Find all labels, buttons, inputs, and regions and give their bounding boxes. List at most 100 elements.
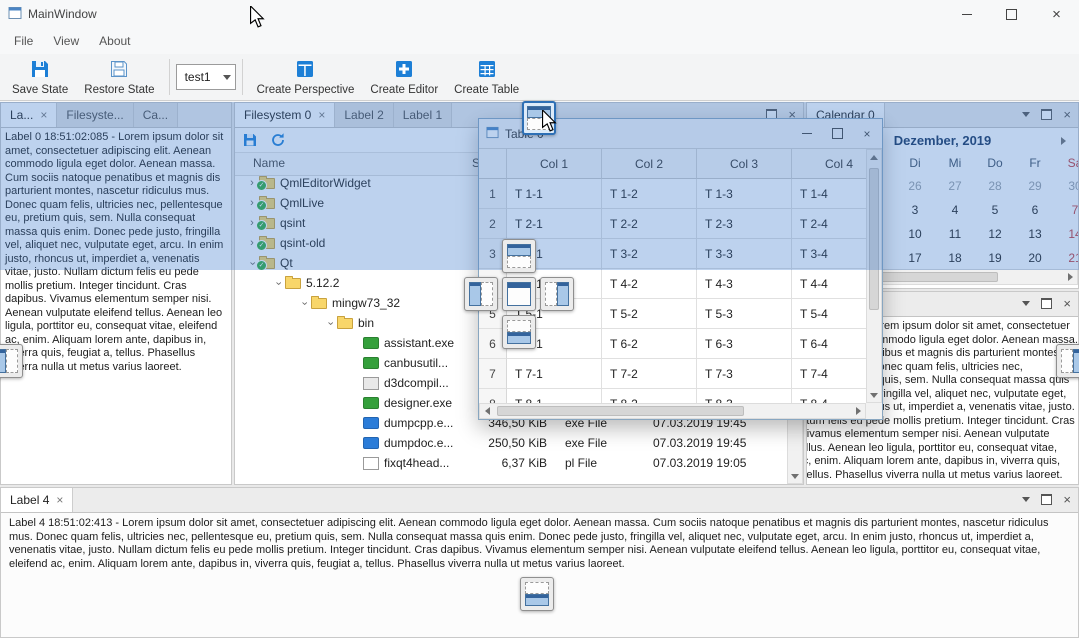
create-editor-label: Create Editor — [370, 84, 438, 96]
exe-green-icon — [363, 357, 379, 369]
table-row-header[interactable]: 7 — [479, 359, 507, 389]
tab-label: Label 4 — [10, 493, 49, 507]
maximize-icon — [1006, 9, 1017, 20]
drop-indicator-left-edge-icon[interactable] — [0, 344, 23, 378]
toolbar: Save State Restore State test1 Create Pe… — [0, 54, 1079, 101]
table-row: 8T 8-1T 8-2T 8-3T 8-4 — [479, 389, 866, 403]
table-cell[interactable]: T 7-3 — [697, 359, 792, 389]
menu-view[interactable]: View — [43, 30, 89, 52]
drop-indicator-center-icon[interactable] — [502, 277, 536, 311]
menu-bar: FileViewAbout — [0, 28, 1079, 54]
float-dock-icon[interactable] — [1041, 494, 1052, 505]
float-dock-icon[interactable] — [1041, 298, 1052, 309]
table-cell[interactable]: T 5-3 — [697, 299, 792, 329]
window-title: MainWindow — [28, 7, 97, 21]
drop-indicator-split-right-icon[interactable] — [540, 277, 574, 311]
folder-icon — [311, 298, 327, 309]
arrow-left-icon — [485, 407, 490, 415]
table-row: 6T 6-1T 6-2T 6-3T 6-4 — [479, 329, 866, 359]
close-button[interactable]: × — [1034, 0, 1079, 28]
exe-blue-icon — [363, 437, 379, 449]
create-editor-button[interactable]: Create Editor — [362, 54, 446, 100]
scroll-thumb[interactable] — [497, 406, 744, 416]
perspective-combo[interactable]: test1 — [176, 64, 236, 90]
tab-close-icon[interactable]: × — [56, 494, 63, 506]
arrow-right-icon — [1068, 273, 1073, 281]
table-cell[interactable]: T 7-2 — [602, 359, 697, 389]
table-cell[interactable]: T 6-2 — [602, 329, 697, 359]
table-cell[interactable]: T 4-3 — [697, 269, 792, 299]
create-table-button[interactable]: Create Table — [446, 54, 527, 100]
table-cell[interactable]: T 5-4 — [792, 299, 866, 329]
tree-item-dumpdoc-e-[interactable]: dumpdoc.e...250,50 KiBexe File07.03.2019… — [235, 433, 787, 453]
tree-item-name: bin — [358, 316, 374, 330]
label4-dock: Label 4× × Label 4 18:51:02:413 - Lorem … — [0, 487, 1079, 638]
label4-dock-tab-0[interactable]: Label 4 × — [1, 488, 73, 512]
menu-about[interactable]: About — [89, 30, 140, 52]
drop-indicator-split-bottom-icon[interactable] — [502, 315, 536, 349]
close-dock-icon[interactable]: × — [1063, 297, 1071, 310]
label4-dock-buttons: × — [1017, 488, 1076, 511]
scroll-right-button[interactable] — [851, 404, 865, 418]
horizontal-scrollbar[interactable] — [479, 403, 866, 419]
mouse-cursor — [250, 6, 265, 28]
maximize-button[interactable] — [989, 0, 1034, 28]
minimize-button[interactable] — [944, 0, 989, 28]
file-type: exe File — [565, 436, 607, 450]
tree-item-name: dumpcpp.e... — [384, 416, 453, 430]
window-controls: × — [944, 0, 1079, 28]
scroll-left-button[interactable] — [480, 404, 494, 418]
table-cell[interactable]: T 4-2 — [602, 269, 697, 299]
drop-indicator-split-left-icon[interactable] — [464, 277, 498, 311]
create-perspective-icon — [294, 58, 316, 83]
scroll-right-button[interactable] — [1063, 270, 1077, 284]
file-size: 6,37 KiB — [457, 456, 547, 470]
tree-item-name: mingw73_32 — [332, 296, 400, 310]
table-cell[interactable]: T 8-4 — [792, 389, 866, 403]
chevron-down-icon — [223, 75, 231, 80]
file-type: pl File — [565, 456, 597, 470]
file-plain-icon — [363, 457, 379, 470]
tree-item-name: 5.12.2 — [306, 276, 339, 290]
table-cell[interactable]: T 7-1 — [507, 359, 602, 389]
expander-icon[interactable]: › — [325, 316, 336, 330]
table-row: 5T 5-1T 5-2T 5-3T 5-4 — [479, 299, 866, 329]
close-dock-icon[interactable]: × — [1063, 493, 1071, 506]
toolbar-separator — [169, 59, 170, 95]
drag-cursor — [542, 110, 557, 132]
main-window: MainWindow × FileViewAbout Save State Re… — [0, 0, 1079, 638]
tree-item-name: canbusutil... — [384, 356, 448, 370]
tree-item-fixqt4head-[interactable]: fixqt4head...6,37 KiBpl File07.03.2019 1… — [235, 453, 787, 473]
table-cell[interactable]: T 5-2 — [602, 299, 697, 329]
label4-tabs: Label 4 × — [1, 488, 73, 512]
table-row: 4T 4-1T 4-2T 4-3T 4-4 — [479, 269, 866, 299]
table-cell[interactable]: T 6-4 — [792, 329, 866, 359]
perspective-combo-value: test1 — [185, 70, 215, 84]
table-cell[interactable]: T 4-4 — [792, 269, 866, 299]
table-cell[interactable]: T 8-3 — [697, 389, 792, 403]
save-state-button[interactable]: Save State — [4, 54, 76, 100]
toolbar-separator — [242, 59, 243, 95]
arrow-down-icon — [791, 474, 799, 479]
menu-file[interactable]: File — [4, 30, 43, 52]
scroll-down-button[interactable] — [867, 388, 881, 402]
table-cell[interactable]: T 7-4 — [792, 359, 866, 389]
expander-icon[interactable]: › — [299, 296, 310, 310]
file-size: 250,50 KiB — [457, 436, 547, 450]
table-cell[interactable]: T 8-1 — [507, 389, 602, 403]
drop-indicator-right-edge-icon[interactable] — [1056, 344, 1079, 378]
drop-indicator-split-top-icon[interactable] — [502, 239, 536, 273]
table-row-header[interactable]: 8 — [479, 389, 507, 403]
dock-menu-icon[interactable] — [1022, 301, 1030, 306]
dock-menu-icon[interactable] — [1022, 497, 1030, 502]
create-perspective-button[interactable]: Create Perspective — [249, 54, 363, 100]
drop-indicator-bottom-edge-icon[interactable] — [520, 577, 554, 611]
table-row: 7T 7-1T 7-2T 7-3T 7-4 — [479, 359, 866, 389]
restore-state-button[interactable]: Restore State — [76, 54, 162, 100]
file-modified: 07.03.2019 19:45 — [653, 436, 746, 450]
exe-blue-icon — [363, 417, 379, 429]
expander-icon[interactable]: › — [273, 276, 284, 290]
table-cell[interactable]: T 6-3 — [697, 329, 792, 359]
scroll-down-button[interactable] — [788, 469, 802, 483]
table-cell[interactable]: T 8-2 — [602, 389, 697, 403]
